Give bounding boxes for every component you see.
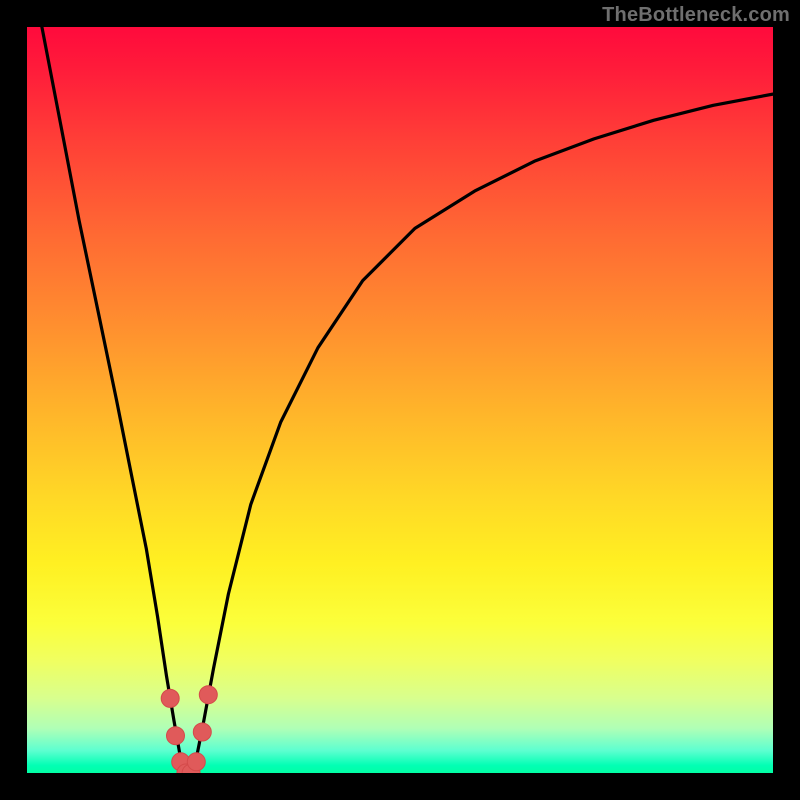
bottleneck-curve [42,27,773,773]
chart-stage: TheBottleneck.com [0,0,800,800]
watermark-text: TheBottleneck.com [602,4,790,27]
marker-dot [167,727,185,745]
marker-dot [187,753,205,771]
marker-dot [199,686,217,704]
highlight-markers [161,686,217,773]
marker-dot [161,689,179,707]
curve-layer [27,27,773,773]
plot-area [27,27,773,773]
marker-dot [193,723,211,741]
